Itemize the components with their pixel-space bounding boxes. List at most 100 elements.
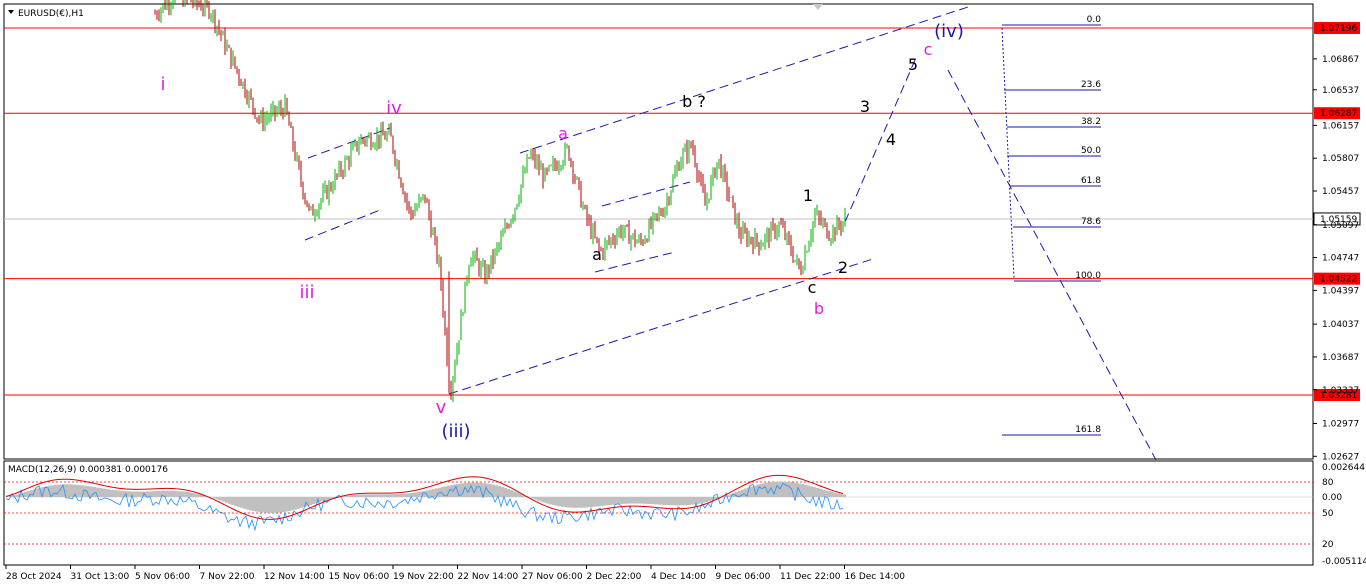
macd-histogram-bar [234,497,237,506]
macd-histogram-bar [78,485,81,497]
macd-histogram-bar [252,497,255,512]
time-axis-label: 4 Dec 14:00 [651,572,706,582]
price-axis-label: 1.03687 [1322,353,1359,363]
macd-histogram-bar [657,497,660,505]
macd-histogram-bar [648,497,651,504]
price-axis-label: 1.06537 [1322,86,1359,96]
fib-level-label: 61.8 [1081,176,1101,186]
macd-histogram-bar [786,481,789,497]
macd-histogram-bar [555,497,558,506]
wave-label: c [808,278,817,297]
macd-histogram-bar [105,489,108,497]
macd-label: MACD(12,26,9) 0.000381 0.000176 [8,465,168,475]
macd-histogram-bar [345,495,348,497]
macd-histogram-bar [267,497,270,513]
macd-histogram-bar [432,489,435,497]
macd-axis-label: 0.00 [1322,493,1342,503]
macd-histogram-bar [198,494,201,497]
wave-label: a [558,124,568,143]
macd-histogram-bar [810,486,813,497]
macd-histogram-bar [273,497,276,513]
price-axis-label: 1.05097 [1322,221,1359,231]
macd-histogram-bar [819,488,822,497]
macd-histogram-bar [645,497,648,504]
macd-histogram-bar [534,497,537,500]
macd-axis-label: 0.002644 [1322,463,1365,473]
macd-histogram-bar [138,491,141,497]
macd-histogram-bar [840,493,843,497]
macd-histogram-bar [504,487,507,497]
time-axis-label: 9 Dec 06:00 [716,572,771,582]
macd-histogram-bar [216,497,219,500]
macd-histogram-bar [561,497,564,507]
macd-histogram-bar [165,490,168,497]
macd-histogram-bar [171,490,174,497]
macd-histogram-bar [174,491,177,497]
macd-histogram-bar [396,494,399,497]
macd-histogram-bar [93,487,96,497]
macd-histogram-bar [753,485,756,497]
macd-histogram-bar [807,485,810,497]
wave-label: iii [299,282,314,303]
macd-histogram-bar [156,491,159,497]
macd-histogram-bar [777,481,780,497]
macd-histogram-bar [687,497,690,506]
macd-axis-label: 50 [1322,509,1334,519]
macd-histogram-bar [153,491,156,497]
macd-histogram-bar [681,497,684,506]
macd-histogram-bar [624,497,627,504]
macd-histogram-bar [258,497,261,513]
macd-histogram-bar [651,497,654,505]
macd-histogram-bar [369,494,372,497]
macd-axis-label: -0.005114 [1322,557,1366,567]
macd-histogram-bar [393,494,396,497]
macd-histogram-bar [663,497,666,505]
macd-histogram-bar [684,497,687,506]
macd-histogram-bar [570,497,573,508]
macd-histogram-bar [612,497,615,505]
wave-label: 5 [908,55,918,74]
macd-histogram-bar [366,494,369,497]
macd-histogram-bar [108,489,111,497]
macd-histogram-bar [633,497,636,504]
macd-histogram-bar [591,497,594,507]
macd-histogram-bar [351,495,354,497]
macd-histogram-bar [834,492,837,497]
macd-histogram-bar [549,497,552,505]
macd-histogram-bar [294,497,297,510]
time-axis-label: 11 Dec 22:00 [780,572,841,582]
macd-histogram-bar [678,497,681,506]
macd-histogram-bar [615,497,618,505]
macd-histogram-bar [831,491,834,497]
macd-histogram-bar [270,497,273,513]
macd-histogram-bar [231,497,234,505]
macd-histogram-bar [693,497,696,505]
macd-histogram-bar [402,493,405,497]
wave-label: c [924,40,933,59]
macd-histogram-bar [24,491,27,497]
macd-histogram-bar [168,490,171,497]
macd-histogram-bar [828,491,831,497]
price-axis-label: 1.04747 [1322,254,1359,264]
price-chart[interactable]: 1.071961.062871.045221.032811.05159 0.02… [0,0,1366,588]
macd-histogram-bar [672,497,675,506]
macd-histogram-bar [636,497,639,504]
level-tag-label: 1.07196 [1320,24,1357,34]
price-axis-label: 1.06867 [1322,55,1359,65]
macd-histogram-bar [813,487,816,497]
macd-histogram-bar [507,489,510,497]
macd-histogram-bar [654,497,657,505]
macd-histogram-bar [408,493,411,497]
price-axis-label: 1.05457 [1322,187,1359,197]
fib-level-label: 100.0 [1075,271,1101,281]
macd-histogram-bar [237,497,240,507]
fib-level-label: 38.2 [1081,117,1101,127]
macd-histogram-bar [489,484,492,497]
wave-label: 2 [838,258,848,277]
time-axis-label: 28 Oct 2024 [6,572,62,582]
macd-histogram-bar [603,497,606,506]
macd-histogram-bar [390,494,393,497]
macd-histogram-bar [666,497,669,506]
macd-histogram-bar [114,490,117,497]
macd-histogram-bar [627,497,630,504]
